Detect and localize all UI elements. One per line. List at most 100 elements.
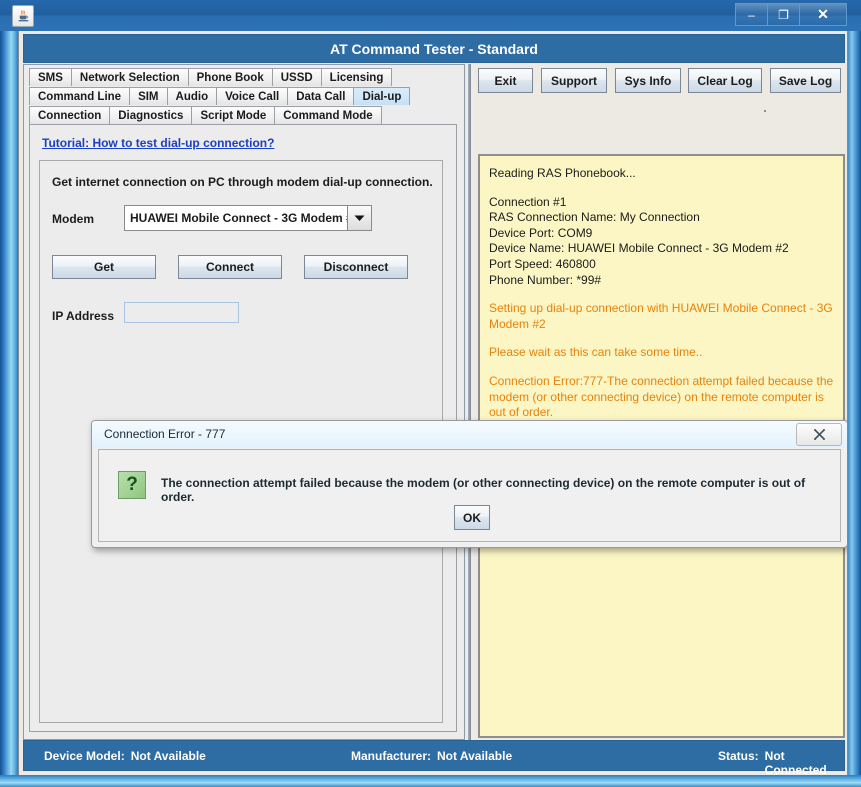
log-line: Phone Number: *99# bbox=[489, 272, 602, 287]
maximize-button[interactable]: ❐ bbox=[768, 3, 800, 26]
tab-row-3: Connection Diagnostics Script Mode Command … bbox=[29, 105, 459, 124]
tab-label: Audio bbox=[175, 90, 209, 103]
tab-diagnostics[interactable]: Diagnostics bbox=[109, 106, 193, 124]
connect-button[interactable]: Connect bbox=[178, 255, 282, 279]
dialog-body: ? The connection attempt failed because … bbox=[98, 449, 841, 542]
tab-data-call[interactable]: Data Call bbox=[287, 87, 355, 105]
log-spacer bbox=[489, 288, 835, 301]
disconnect-button[interactable]: Disconnect bbox=[304, 255, 408, 279]
toolbar: Exit Support Sys Info Clear Log Save Log bbox=[474, 64, 845, 119]
client-area: AT Command Tester - Standard SMS Network … bbox=[18, 31, 848, 775]
tab-phone-book[interactable]: Phone Book bbox=[187, 68, 273, 86]
left-pane: SMS Network Selection Phone Book USSD Licens… bbox=[23, 64, 465, 740]
log-line: Device Name: HUAWEI Mobile Connect - 3G … bbox=[489, 241, 789, 256]
right-pane: Exit Support Sys Info Clear Log Save Log… bbox=[474, 64, 845, 740]
dialog-close-icon[interactable] bbox=[796, 423, 842, 446]
close-button[interactable]: ✕ bbox=[800, 3, 847, 26]
tab-label: Licensing bbox=[329, 71, 384, 84]
tab-command-mode[interactable]: Command Mode bbox=[274, 106, 382, 124]
tab-row-1: SMS Network Selection Phone Book USSD Licens… bbox=[29, 67, 459, 86]
tab-label: Network Selection bbox=[79, 71, 180, 84]
minimize-icon: – bbox=[748, 7, 755, 22]
question-mark-glyph: ? bbox=[126, 474, 138, 495]
tab-network-selection[interactable]: Network Selection bbox=[70, 68, 189, 86]
tab-audio[interactable]: Audio bbox=[166, 87, 218, 105]
log-spacer bbox=[489, 361, 835, 374]
dialog-ok-button[interactable]: OK bbox=[454, 505, 490, 530]
status-device-model: Device Model: Not Available bbox=[44, 749, 206, 763]
status-manufacturer: Manufacturer: Not Available bbox=[351, 749, 512, 763]
save-log-button[interactable]: Save Log bbox=[770, 68, 841, 93]
dialog-title: Connection Error - 777 bbox=[104, 427, 226, 441]
status-device-model-value: Not Available bbox=[130, 749, 206, 763]
tab-label: Command Mode bbox=[283, 109, 373, 122]
tab-label: SIM bbox=[138, 90, 159, 103]
toolbar-dot-marker bbox=[764, 110, 766, 112]
window-frame-right-edge bbox=[848, 0, 861, 787]
minimize-button[interactable]: – bbox=[735, 3, 768, 26]
support-button[interactable]: Support bbox=[541, 68, 607, 93]
tab-voice-call[interactable]: Voice Call bbox=[216, 87, 289, 105]
log-line: RAS Connection Name: My Connection bbox=[489, 210, 700, 225]
log-line: Device Port: COM9 bbox=[489, 225, 593, 240]
get-button[interactable]: Get bbox=[52, 255, 156, 279]
ip-address-input[interactable] bbox=[124, 302, 239, 323]
window-frame: – ❐ ✕ AT Command Tester - Standard SMS Ne… bbox=[0, 0, 861, 787]
log-line: Port Speed: 460800 bbox=[489, 256, 596, 271]
status-manufacturer-value: Not Available bbox=[437, 749, 513, 763]
tab-label: Data Call bbox=[296, 90, 346, 103]
exit-button[interactable]: Exit bbox=[478, 68, 533, 93]
tab-label: Command Line bbox=[38, 90, 122, 103]
maximize-icon: ❐ bbox=[778, 7, 789, 22]
log-line: Setting up dial-up connection with HUAWE… bbox=[489, 301, 837, 331]
log-line: Connection Error:777-The connection atte… bbox=[489, 373, 837, 420]
modem-select[interactable]: HUAWEI Mobile Connect - 3G Modem #2 bbox=[124, 205, 372, 231]
tab-sms[interactable]: SMS bbox=[29, 68, 72, 86]
tab-label: USSD bbox=[280, 71, 313, 84]
dialup-description: Get internet connection on PC through mo… bbox=[52, 175, 433, 189]
tab-label: Voice Call bbox=[225, 90, 280, 103]
connection-error-dialog: Connection Error - 777 ? The connection … bbox=[91, 420, 847, 548]
tab-dial-up[interactable]: Dial-up bbox=[353, 87, 411, 105]
ip-address-label: IP Address bbox=[52, 309, 115, 323]
log-spacer bbox=[489, 182, 835, 195]
modem-select-value: HUAWEI Mobile Connect - 3G Modem #2 bbox=[124, 205, 347, 231]
clear-log-button[interactable]: Clear Log bbox=[688, 68, 762, 93]
tab-label: Dial-up bbox=[362, 90, 402, 103]
status-connection: Status: Not Connected bbox=[718, 749, 844, 775]
pane-splitter[interactable] bbox=[466, 64, 474, 740]
question-mark-icon: ? bbox=[118, 471, 146, 499]
os-title-bar: – ❐ ✕ bbox=[0, 0, 861, 31]
tab-label: Connection bbox=[38, 109, 102, 122]
dialog-message: The connection attempt failed because th… bbox=[161, 476, 806, 504]
modem-label: Modem bbox=[52, 212, 94, 226]
app-header-title: AT Command Tester - Standard bbox=[23, 34, 845, 63]
log-line: Connection #1 bbox=[489, 194, 567, 209]
tab-command-line[interactable]: Command Line bbox=[29, 87, 131, 105]
tab-connection[interactable]: Connection bbox=[29, 106, 111, 124]
tab-label: Script Mode bbox=[200, 109, 267, 122]
log-line: Please wait as this can take some time.. bbox=[489, 345, 703, 360]
java-coffee-cup-icon bbox=[12, 5, 34, 27]
window-frame-bottom-edge bbox=[0, 775, 861, 787]
close-icon: ✕ bbox=[817, 6, 829, 22]
sys-info-button[interactable]: Sys Info bbox=[615, 68, 681, 93]
status-bar: Device Model: Not Available Manufacturer… bbox=[23, 740, 845, 775]
window-frame-left-edge bbox=[0, 0, 18, 787]
log-spacer bbox=[489, 332, 835, 345]
chevron-down-icon[interactable] bbox=[347, 205, 372, 231]
status-connection-value: Not Connected bbox=[764, 749, 827, 775]
tab-ussd[interactable]: USSD bbox=[271, 68, 322, 86]
tab-sim[interactable]: SIM bbox=[129, 87, 168, 105]
status-manufacturer-label: Manufacturer: bbox=[351, 749, 432, 763]
tab-script-mode[interactable]: Script Mode bbox=[191, 106, 276, 124]
tutorial-link[interactable]: Tutorial: How to test dial-up connection… bbox=[42, 136, 274, 150]
status-connection-label: Status: bbox=[718, 749, 759, 763]
tab-label: Diagnostics bbox=[118, 109, 184, 122]
tab-label: Phone Book bbox=[196, 71, 264, 84]
tab-label: SMS bbox=[38, 71, 63, 84]
tab-licensing[interactable]: Licensing bbox=[320, 68, 393, 86]
status-device-model-label: Device Model: bbox=[44, 749, 125, 763]
tab-row-2: Command Line SIM Audio Voice Call Data Call D… bbox=[29, 86, 459, 105]
window-controls: – ❐ ✕ bbox=[735, 3, 847, 26]
